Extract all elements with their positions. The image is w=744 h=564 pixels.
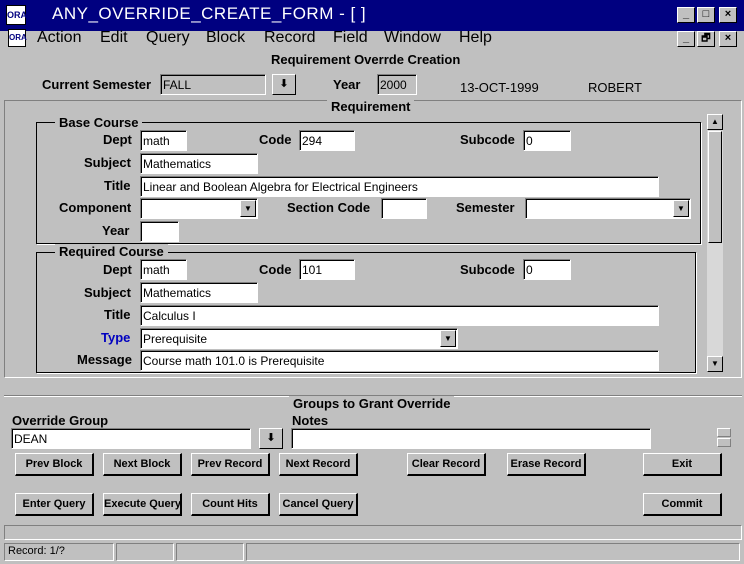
menu-record[interactable]: Record [264, 29, 316, 47]
semester-lov-button[interactable]: ⬇ [272, 74, 296, 95]
menu-action[interactable]: Action [37, 29, 81, 47]
oracle-forms-icon[interactable]: ORA [6, 5, 27, 25]
erase-record-button[interactable]: Erase Record [507, 453, 586, 476]
base-dept-label: Dept [103, 132, 132, 147]
menu-help[interactable]: Help [459, 29, 492, 47]
base-code-field[interactable]: 294 [299, 130, 355, 151]
override-group-field[interactable]: DEAN [11, 428, 251, 449]
base-section-label: Section Code [287, 200, 371, 215]
base-subcode-label: Subcode [460, 132, 515, 147]
base-subcode-field[interactable]: 0 [523, 130, 571, 151]
base-semester-select[interactable] [525, 198, 691, 219]
req-dept-label: Dept [103, 262, 132, 277]
required-course-title: Required Course [55, 244, 168, 259]
year-field[interactable]: 2000 [377, 74, 417, 95]
req-type-select[interactable]: Prerequisite [140, 328, 458, 349]
prev-block-button[interactable]: Prev Block [15, 453, 94, 476]
scroll-up-arrow-icon[interactable]: ▲ [707, 114, 723, 130]
notes-scroll-up-icon[interactable] [717, 428, 731, 437]
scroll-down-arrow-icon[interactable]: ▼ [707, 356, 723, 372]
base-subject-label: Subject [84, 155, 131, 170]
menu-field[interactable]: Field [333, 29, 368, 47]
clear-record-button[interactable]: Clear Record [407, 453, 486, 476]
year-label: Year [333, 77, 361, 92]
scroll-thumb[interactable] [708, 131, 722, 243]
req-message-label: Message [77, 352, 132, 367]
req-subcode-label: Subcode [460, 262, 515, 277]
status-cell-4 [246, 543, 740, 561]
base-course-title: Base Course [55, 115, 143, 130]
base-code-label: Code [259, 132, 292, 147]
base-year-label: Year [102, 223, 130, 238]
groups-title: Groups to Grant Override [289, 396, 455, 411]
req-dept-field[interactable]: math [140, 259, 187, 280]
menu-window[interactable]: Window [384, 29, 441, 47]
current-semester-label: Current Semester [42, 77, 152, 92]
base-year-field[interactable] [140, 221, 179, 242]
req-subject-field[interactable]: Mathematics [140, 282, 258, 303]
message-line [4, 525, 742, 540]
download-arrow-icon: ⬇ [279, 78, 289, 90]
req-title-label: Title [104, 307, 131, 322]
override-lov-button[interactable]: ⬇ [259, 428, 283, 449]
doc-restore-button[interactable]: 🗗 [697, 31, 715, 47]
type-dropdown-arrow-icon[interactable]: ▼ [440, 330, 456, 347]
requirement-title: Requirement [327, 99, 415, 114]
next-record-button[interactable]: Next Record [279, 453, 358, 476]
notes-label: Notes [292, 413, 329, 428]
menu-edit[interactable]: Edit [100, 29, 128, 47]
cancel-query-button[interactable]: Cancel Query [279, 493, 358, 516]
doc-close-button[interactable]: × [719, 31, 737, 47]
menu-query[interactable]: Query [146, 29, 190, 47]
req-code-label: Code [259, 262, 292, 277]
execute-query-button[interactable]: Execute Query [103, 493, 182, 516]
component-dropdown-arrow-icon[interactable]: ▼ [240, 200, 256, 217]
notes-scroll-down-icon[interactable] [717, 438, 731, 447]
notes-field[interactable] [291, 428, 651, 449]
download-arrow-icon: ⬇ [266, 432, 276, 444]
commit-button[interactable]: Commit [643, 493, 722, 516]
req-subcode-field[interactable]: 0 [523, 259, 571, 280]
req-code-field[interactable]: 101 [299, 259, 355, 280]
maximize-button[interactable]: □ [697, 7, 715, 23]
base-title-field[interactable]: Linear and Boolean Algebra for Electrica… [140, 176, 659, 197]
base-section-field[interactable] [381, 198, 427, 219]
close-button[interactable]: × [719, 7, 737, 23]
form-title: Requirement Overrde Creation [271, 52, 461, 67]
menu-block[interactable]: Block [206, 29, 245, 47]
minimize-button[interactable]: _ [677, 7, 695, 23]
req-title-field[interactable]: Calculus I [140, 305, 659, 326]
prev-record-button[interactable]: Prev Record [191, 453, 270, 476]
count-hits-button[interactable]: Count Hits [191, 493, 270, 516]
base-dept-field[interactable]: math [140, 130, 187, 151]
status-record: Record: 1/? [4, 543, 114, 561]
semester-dropdown-arrow-icon[interactable]: ▼ [673, 200, 689, 217]
doc-minimize-button[interactable]: _ [677, 31, 695, 47]
override-group-label: Override Group [12, 413, 109, 428]
req-subject-label: Subject [84, 285, 131, 300]
req-message-field[interactable]: Course math 101.0 is Prerequisite [140, 350, 659, 371]
window-title: ANY_OVERRIDE_CREATE_FORM - [ ] [52, 4, 367, 23]
current-date: 13-OCT-1999 [460, 80, 539, 95]
base-component-label: Component [59, 200, 132, 215]
document-icon[interactable]: ORA [8, 29, 27, 47]
base-subject-field[interactable]: Mathematics [140, 153, 258, 174]
base-semester-label: Semester [456, 200, 515, 215]
current-semester-field[interactable]: FALL [160, 74, 266, 95]
next-block-button[interactable]: Next Block [103, 453, 182, 476]
exit-button[interactable]: Exit [643, 453, 722, 476]
enter-query-button[interactable]: Enter Query [15, 493, 94, 516]
base-title-label: Title [104, 178, 131, 193]
current-user: ROBERT [588, 80, 642, 95]
req-type-label: Type [101, 330, 131, 345]
status-cell-3 [176, 543, 244, 561]
status-cell-2 [116, 543, 174, 561]
